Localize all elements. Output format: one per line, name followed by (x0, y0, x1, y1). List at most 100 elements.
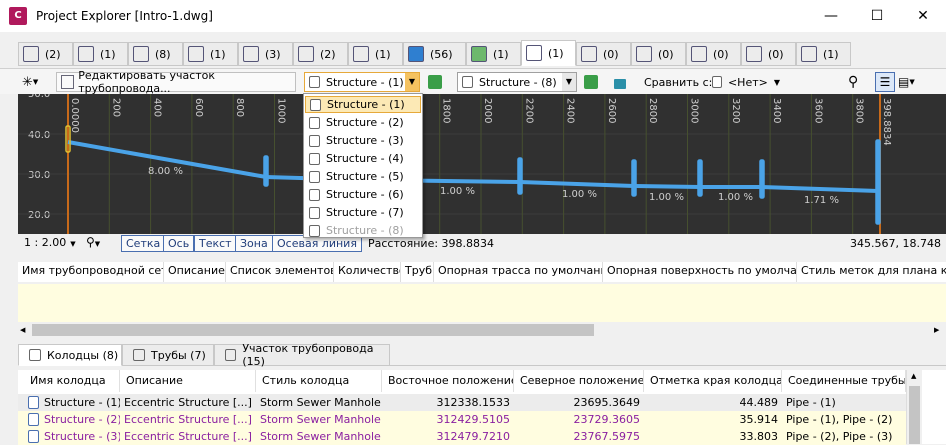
structure-icon (28, 396, 39, 409)
scroll-left-icon[interactable]: ◀ (20, 326, 25, 334)
zone-toggle[interactable]: Зона (235, 235, 273, 252)
column-header[interactable]: Соединенные трубы (782, 370, 906, 392)
scrollbar-thumb[interactable] (32, 324, 594, 336)
text-toggle[interactable]: Текст (194, 235, 237, 252)
table-cell: 23695.3649 (573, 396, 640, 409)
structure-icon (309, 188, 320, 201)
grid-toggle[interactable]: Сетка (121, 235, 166, 252)
tab-profile[interactable]: (1) (348, 42, 403, 66)
tab-pipe-network[interactable]: (1) (521, 40, 576, 66)
dropdown-item[interactable]: Structure - (7) (305, 204, 421, 221)
edit-network-button[interactable]: Редактировать участок трубопровода... (56, 69, 296, 95)
maximize-button[interactable]: ☐ (854, 0, 900, 32)
scroll-up-icon[interactable]: ▲ (911, 372, 916, 380)
column-header[interactable]: Имя трубопроводной сети (18, 262, 164, 282)
structure-marker (631, 159, 637, 197)
dropdown-item[interactable]: Structure - (5) (305, 168, 421, 185)
object-tabs: (2) (1) (8) (1) (3) (2) (1) (56) (1) (1) (0) (0) (0)… (0, 40, 946, 66)
minimize-button[interactable]: — (808, 0, 854, 32)
column-header[interactable]: Восточное положение (382, 370, 514, 392)
dropdown-item[interactable]: Structure - (2) (305, 114, 421, 131)
axis-toggle[interactable]: Ось (163, 235, 195, 252)
tab-assembly[interactable]: (3) (238, 42, 293, 66)
table-cell: Structure - (2) (44, 413, 120, 426)
tab-pipe[interactable]: (56) (403, 42, 466, 66)
column-header[interactable]: Опорная поверхность по умолчанию (603, 262, 797, 282)
zoom-to-structure-2-button[interactable] (584, 72, 604, 92)
close-button[interactable]: ✕ (900, 0, 946, 32)
column-header[interactable]: Описание (120, 370, 256, 392)
scale-select[interactable]: 1 : 2.00 ▼ (24, 236, 76, 249)
structure-icon (28, 430, 39, 443)
tab-network[interactable]: Участок трубопровода (15) (214, 342, 390, 368)
dropdown-item-label: Structure - (6) (326, 188, 404, 201)
structure-icon (309, 206, 320, 219)
new-item-button[interactable]: ✳ ▼ (22, 72, 48, 92)
tab-bridge[interactable]: (1) (73, 42, 128, 66)
column-header[interactable]: Северное положение (514, 370, 644, 392)
app-icon: C (9, 7, 27, 25)
tab-label: Трубы (7) (151, 348, 206, 362)
tab-pipe[interactable]: Трубы (7) (122, 344, 214, 366)
tab-corridor[interactable]: (1) (183, 42, 238, 66)
pipe-icon (408, 46, 424, 62)
dropdown-item[interactable]: Structure - (6) (305, 186, 421, 203)
column-header[interactable]: Список элементов (226, 262, 334, 282)
title-bar: C Project Explorer [Intro-1.dwg] — ☐ ✕ (0, 0, 946, 32)
tab-building[interactable]: (8) (128, 42, 183, 66)
slope-label: 8.00 % (148, 166, 183, 177)
tab-map[interactable]: (1) (466, 42, 521, 66)
dropdown-item[interactable]: Structure - (4) (305, 150, 421, 167)
column-header[interactable]: Количество (334, 262, 401, 282)
document-icon (801, 46, 817, 62)
column-header[interactable]: Трубы (401, 262, 434, 282)
toolbar: ✳ ▼ Редактировать участок трубопровода...… (0, 68, 946, 95)
tab-sheet[interactable]: (0) (741, 42, 796, 66)
tab-structure[interactable]: Колодцы (8) (18, 344, 122, 366)
zoom-to-structure-button[interactable] (428, 72, 448, 92)
tab-surface[interactable]: (2) (293, 42, 348, 66)
scrollbar-thumb[interactable] (909, 386, 920, 444)
structure-combo-value: Structure - (1) (326, 75, 404, 89)
station-label: 800 (234, 98, 245, 117)
horizontal-scrollbar[interactable]: ◀ ▶ (18, 322, 946, 338)
network-icon (61, 75, 75, 89)
lock-button[interactable] (614, 72, 634, 92)
dropdown-item-label: Structure - (3) (326, 134, 404, 147)
column-header[interactable]: Стиль меток для плана к (797, 262, 946, 282)
column-header[interactable]: Отметка края колодца (644, 370, 782, 392)
column-header[interactable]: Стиль колодца (256, 370, 382, 392)
compare-combo[interactable]: <Нет> ▼ (712, 72, 780, 92)
structure-combo[interactable]: Structure - (1) ▼ (304, 72, 420, 92)
tab-count: (0) (603, 47, 619, 61)
dropdown-item[interactable]: Structure - (1) (305, 96, 421, 113)
column-header[interactable]: Имя колодца (18, 370, 120, 392)
tab-count: (1) (823, 47, 839, 61)
tab-parcel[interactable]: (0) (686, 42, 741, 66)
dropdown-item[interactable]: Structure - (8) (305, 222, 421, 239)
tab-count: (0) (768, 47, 784, 61)
station-label: 400 (152, 98, 163, 117)
compare-value: <Нет> (727, 75, 768, 89)
tab-document[interactable]: (1) (796, 42, 851, 66)
tab-count: (2) (320, 47, 336, 61)
search-icon[interactable]: ⚲ (848, 72, 866, 92)
tab-section[interactable]: (0) (631, 42, 686, 66)
scroll-right-icon[interactable]: ▶ (934, 326, 939, 334)
station-label: 398.8834 (881, 98, 892, 146)
list-view-button[interactable]: ☰ (875, 72, 895, 92)
dropdown-item-label: Structure - (4) (326, 152, 404, 165)
layout-button[interactable]: ▤ ▼ (898, 72, 926, 92)
structure-combo-2[interactable]: Structure - (8) ▼ (457, 72, 577, 92)
zoom-icon[interactable]: ⚲▼ (86, 235, 100, 249)
column-header[interactable]: Описание (164, 262, 226, 282)
column-header[interactable]: Опорная трасса по умолчанию (434, 262, 603, 282)
station-label: 2000 (482, 98, 493, 123)
dropdown-item[interactable]: Structure - (3) (305, 132, 421, 149)
structure-icon (309, 170, 320, 183)
structure-dropdown[interactable]: Structure - (1) Structure - (2) Structure … (303, 93, 423, 238)
profile-view[interactable]: 40.030.020.050.00.0000200400600800100012… (18, 94, 946, 234)
tab-alignment[interactable]: (2) (18, 42, 73, 66)
vertical-scrollbar[interactable]: ▲ (906, 370, 922, 444)
tab-pressure-network[interactable]: (0) (576, 42, 631, 66)
